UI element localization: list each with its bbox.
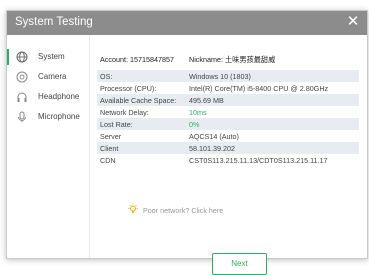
row-key: Available Cache Space: [100,96,177,105]
sidebar-item-label: Camera [38,72,67,81]
system-info-panel: Account: 15715847857 Nickname: 土味男孩最甜威 O… [97,35,359,275]
title-bar: System Testing ✕ [7,11,367,35]
row-key: Network Delay: [100,108,149,117]
info-row-cdn: CDN CST0S113.215.11.13/CDT0S113.215.11.1… [97,154,359,166]
row-value: Windows 10 (1803) [189,72,251,81]
sidebar: System Camera Headphone Microphone [7,35,90,258]
sidebar-item-system[interactable]: System [7,47,89,67]
sidebar-item-camera[interactable]: Camera [7,67,89,87]
row-value: 58.101.39.202 [189,144,235,153]
row-key: Processor (CPU): [100,84,157,93]
info-row-lost-rate: Lost Rate: 0% [97,118,359,130]
poor-network-text: Poor network? Click here [143,206,224,215]
info-row-os: OS: Windows 10 (1803) [97,70,359,82]
sidebar-item-microphone[interactable]: Microphone [7,107,89,127]
system-testing-dialog: System Testing ✕ System Camera Headphone [6,10,368,275]
info-row-cache: Available Cache Space: 495.69 MB [97,94,359,106]
info-row-client: Client 58.101.39.202 [97,142,359,154]
row-key: Server [100,132,122,141]
dialog-title: System Testing [15,16,93,28]
sidebar-item-label: System [38,52,65,61]
account-label: Account: 15715847857 [100,55,174,64]
sidebar-item-label: Microphone [38,112,80,121]
row-value: 495.69 MB [189,96,224,105]
nickname-label: Nickname: 土味男孩最甜威 [189,55,276,64]
sidebar-item-label: Headphone [38,92,80,101]
camera-icon [16,71,28,83]
row-key: Client [100,144,119,153]
sidebar-item-headphone[interactable]: Headphone [7,87,89,107]
info-row-server: Server AQCS14 (Auto) [97,130,359,142]
headphone-icon [16,91,28,103]
row-value: 0% [189,120,200,129]
lightbulb-icon [127,203,139,215]
row-key: CDN [100,156,116,165]
row-value: 10ms [189,108,207,117]
row-key: OS: [100,72,113,81]
row-key: Lost Rate: [100,120,133,129]
microphone-icon [16,111,28,123]
info-row-network-delay: Network Delay: 10ms [97,106,359,118]
next-button[interactable]: Next [212,253,267,275]
row-value: Intel(R) Core(TM) i5-8400 CPU @ 2.80GHz [189,84,329,93]
globe-icon [16,51,28,63]
close-icon[interactable]: ✕ [345,14,361,30]
info-row-cpu: Processor (CPU): Intel(R) Core(TM) i5-84… [97,82,359,94]
row-value: CST0S113.215.11.13/CDT0S113.215.11.17 [189,156,328,165]
row-value: AQCS14 (Auto) [189,132,239,141]
